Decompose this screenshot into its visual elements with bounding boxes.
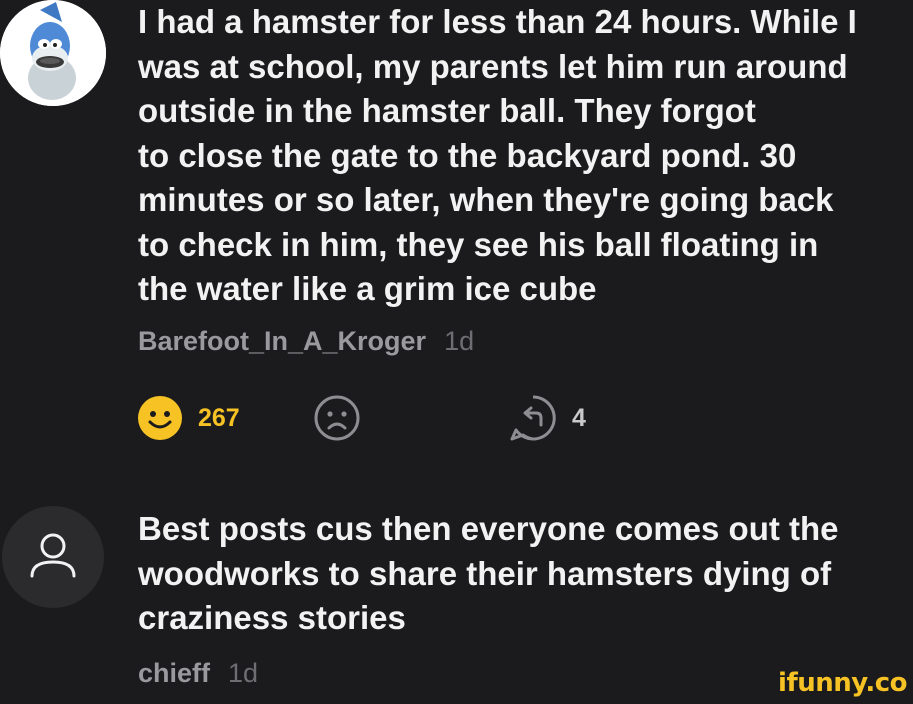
ifunny-watermark: ifunny.co xyxy=(778,668,907,698)
avatar-default[interactable] xyxy=(2,506,104,608)
reply-count: 4 xyxy=(572,403,586,432)
reply-icon xyxy=(510,395,556,441)
comment-meta: Barefoot_In_A_Kroger 1d xyxy=(138,326,474,357)
bird-avatar-icon xyxy=(0,0,106,106)
username[interactable]: Barefoot_In_A_Kroger xyxy=(138,326,426,356)
comment-text: Best posts cus then everyone comes out t… xyxy=(138,510,839,636)
smile-count: 267 xyxy=(198,403,240,432)
avatar[interactable] xyxy=(0,0,106,106)
user-icon xyxy=(30,533,76,578)
unsmile-icon xyxy=(314,395,360,441)
comment-meta: chieff 1d xyxy=(138,658,258,689)
comment-age: 1d xyxy=(444,326,475,356)
comment-text: I had a hamster for less than 24 hours. … xyxy=(138,3,857,307)
smile-button[interactable]: 267 xyxy=(136,393,240,443)
unsmile-button[interactable] xyxy=(312,393,362,443)
comment-age: 1d xyxy=(228,658,259,688)
reply-button[interactable]: 4 xyxy=(508,393,586,443)
smile-icon xyxy=(138,396,182,440)
username[interactable]: chieff xyxy=(138,658,210,688)
